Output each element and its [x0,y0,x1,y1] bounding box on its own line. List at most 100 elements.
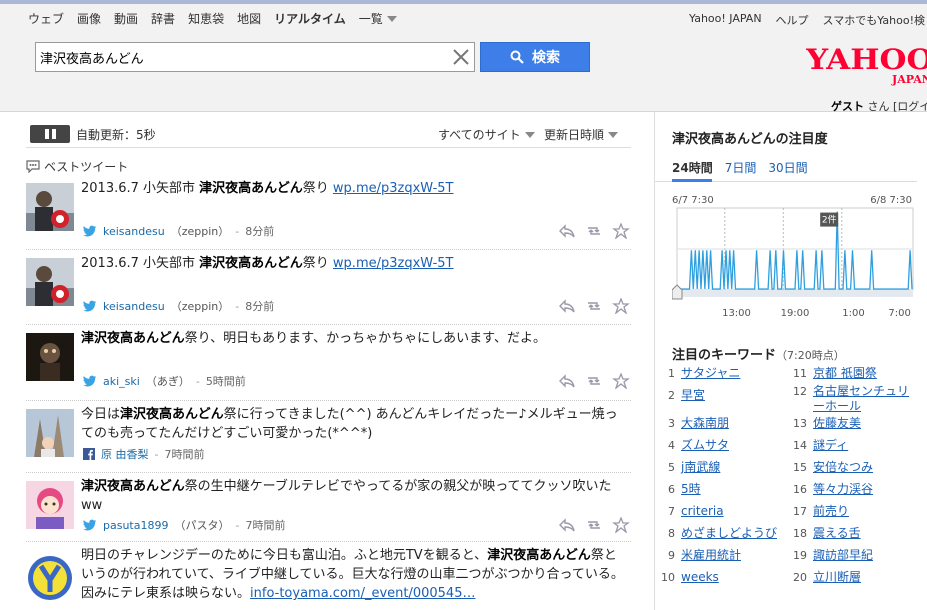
avatar[interactable] [26,258,74,306]
twitter-bird-icon [83,375,96,387]
search-input[interactable] [36,44,448,70]
tab-images[interactable]: 画像 [77,10,101,27]
favorite-star-icon[interactable] [612,372,630,390]
twitter-bird-icon [83,300,96,312]
tab-7d[interactable]: 7日間 [725,159,757,176]
clear-icon[interactable] [448,44,474,70]
keyword-link[interactable]: 佐藤友美 [813,416,861,431]
smartphone-link[interactable]: スマホでもYahoo!検 [823,12,925,28]
tweet-user[interactable]: pasuta1899 [103,519,168,532]
keyword-item: 14 謎ディ [793,438,848,453]
chart-peak-callout: 2件 [820,212,839,227]
chart-x-tick-label: 19:00 [781,308,810,319]
keyword-link[interactable]: 名古屋センチュリーホール [813,384,918,414]
tweet-time[interactable]: 8分前 [245,298,274,314]
tab-more[interactable]: 一覧 [359,10,397,27]
tab-map[interactable]: 地図 [237,10,261,27]
tweet-time[interactable]: 7時間前 [164,446,204,462]
avatar[interactable] [26,183,74,231]
yahoo-japan-link[interactable]: Yahoo! JAPAN [689,12,762,28]
meta-separator: - [235,518,240,532]
keyword-link[interactable]: 立川断層 [813,570,861,585]
favorite-star-icon[interactable] [612,222,630,240]
keyword-link[interactable]: めざましどようび [681,526,777,541]
tweet-user[interactable]: 原 由香梨 [101,446,149,462]
keyword-link[interactable]: 早宮 [681,388,705,403]
trend-title: 津沢夜高あんどんの注目度 [672,132,828,147]
avatar[interactable] [26,554,74,602]
retweet-icon[interactable] [585,298,603,314]
pause-button[interactable] [30,125,70,143]
tab-24h[interactable]: 24時間 [672,159,713,176]
keyword-item: 18 震える舌 [793,526,861,541]
tweet-keyword: 津沢夜高あんどん [81,479,185,494]
tweet-link[interactable]: wp.me/p3zqxW-5T [333,181,454,196]
keyword-link[interactable]: 諏訪部早紀 [813,548,873,563]
tweet-display-name: （パスタ） [174,519,230,532]
keyword-rank: 4 [668,439,675,452]
yahoo-logo[interactable]: YAHOO JAPAN [806,40,927,90]
keyword-link[interactable]: 5時 [681,482,701,497]
keyword-link[interactable]: criteria [681,504,724,519]
reply-icon[interactable] [558,373,576,389]
search-icon [510,50,524,64]
keyword-item: 3 大森南朋 [661,416,729,431]
chevron-down-icon [608,131,619,138]
retweet-icon[interactable] [585,373,603,389]
tweet-link[interactable]: wp.me/p3zqxW-5T [333,256,454,271]
retweet-icon[interactable] [585,223,603,239]
nav-tabs: ウェブ 画像 動画 辞書 知恵袋 地図 リアルタイム 一覧 [28,10,397,27]
keyword-link[interactable]: 安倍なつみ [813,460,873,475]
keyword-link[interactable]: weeks [681,570,719,585]
avatar[interactable] [26,409,74,457]
keyword-link[interactable]: j南武線 [681,460,720,475]
favorite-star-icon[interactable] [612,516,630,534]
site-filter-dropdown[interactable]: すべてのサイト [438,126,535,143]
keyword-rank: 1 [668,367,675,380]
keyword-rank: 12 [793,385,807,398]
tweet-time[interactable]: 8分前 [245,223,274,239]
keyword-link[interactable]: サタジャニ [681,366,740,381]
tab-web[interactable]: ウェブ [28,10,64,27]
tweet-display-name: （zeppin） [170,300,230,313]
keyword-link[interactable]: 京都 祇園祭 [813,366,877,381]
tweet-actions [558,222,630,240]
tweet-link[interactable]: info-toyama.com/_event/000545… [250,586,475,601]
tab-chiebukuro[interactable]: 知恵袋 [188,10,224,27]
keyword-rank: 11 [793,367,807,380]
tweet-user[interactable]: keisandesu [103,300,165,313]
avatar[interactable] [26,481,74,529]
keyword-rank: 8 [668,527,675,540]
keyword-rank: 13 [793,417,807,430]
keyword-link[interactable]: 震える舌 [813,526,861,541]
reply-icon[interactable] [558,223,576,239]
keyword-link[interactable]: 米雇用統計 [681,548,741,563]
tweet-time[interactable]: 7時間前 [245,517,285,533]
tweet-user[interactable]: keisandesu [103,225,165,238]
retweet-icon[interactable] [585,517,603,533]
reply-icon[interactable] [558,517,576,533]
sort-order-label: 更新日時順 [544,128,605,142]
tweet-text-pre: 明日のチャレンジデーのために今日も富山泊。ふと地元TVを観ると、 [81,548,488,563]
tweet-text-post: 祭り [302,181,333,196]
tab-30d[interactable]: 30日間 [768,159,807,176]
tweet-time[interactable]: 5時間前 [206,373,246,389]
tab-video[interactable]: 動画 [114,10,138,27]
help-link[interactable]: ヘルプ [776,12,809,28]
keyword-link[interactable]: 大森南朋 [681,416,729,431]
keyword-link[interactable]: 等々力渓谷 [813,482,873,497]
keyword-link[interactable]: 前売り [813,504,849,519]
tab-realtime[interactable]: リアルタイム [274,10,346,27]
keyword-link[interactable]: ズムサタ [681,438,729,453]
reply-icon[interactable] [558,298,576,314]
search-button[interactable]: 検索 [480,42,590,72]
tab-dictionary[interactable]: 辞書 [151,10,175,27]
sort-order-dropdown[interactable]: 更新日時順 [544,126,619,143]
avatar[interactable] [26,333,74,381]
favorite-star-icon[interactable] [612,297,630,315]
tweet-user[interactable]: aki_ski [103,375,140,388]
speech-bubble-icon [26,160,40,173]
keyword-rank: 6 [668,483,675,496]
keyword-rank: 14 [793,439,807,452]
keyword-link[interactable]: 謎ディ [813,438,848,453]
